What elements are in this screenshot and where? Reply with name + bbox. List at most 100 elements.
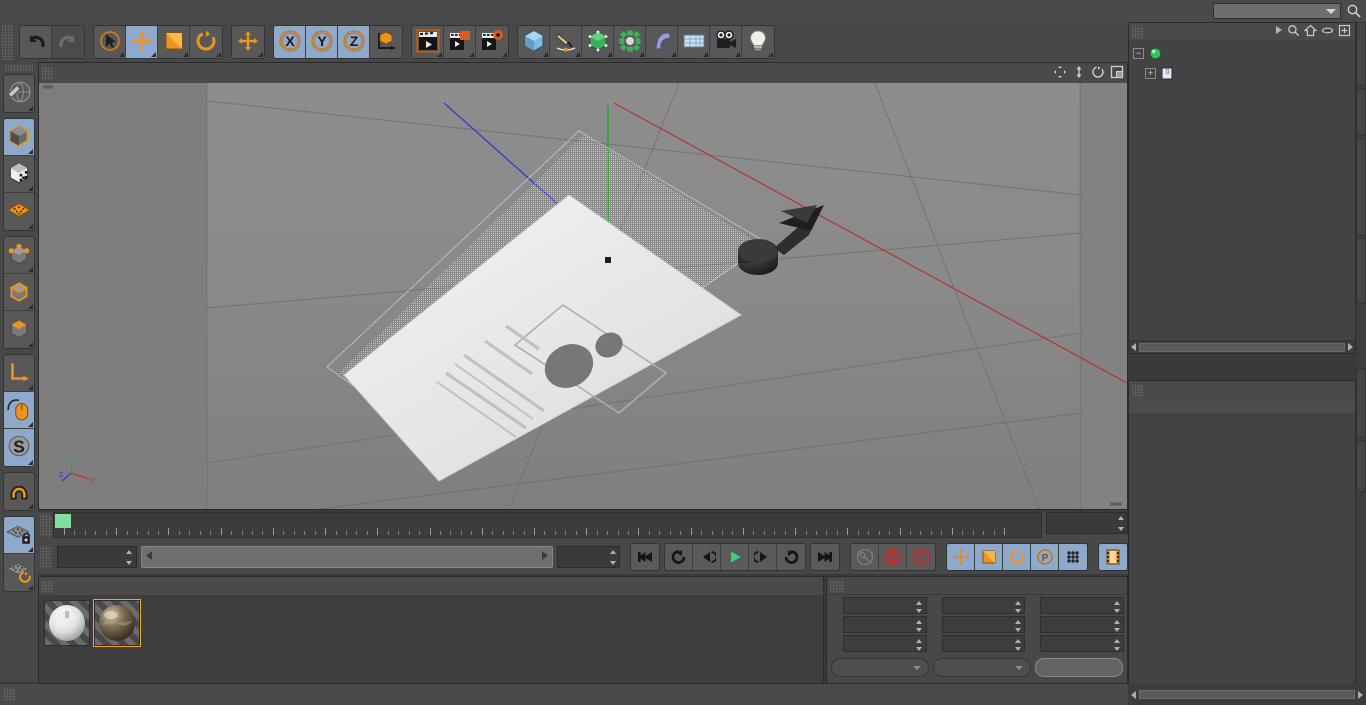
timeline-toggle-button[interactable] bbox=[1099, 544, 1127, 570]
search-icon[interactable] bbox=[1287, 24, 1300, 40]
viewport-grip[interactable] bbox=[42, 66, 53, 80]
home-icon[interactable] bbox=[1303, 24, 1318, 40]
size-field[interactable] bbox=[941, 597, 1026, 614]
point-level-animation-button[interactable] bbox=[1059, 544, 1087, 570]
layer-manager-grip[interactable] bbox=[1132, 383, 1143, 396]
rotation-field[interactable] bbox=[1040, 635, 1125, 652]
add-camera-button[interactable] bbox=[710, 26, 742, 58]
add-floor-button[interactable] bbox=[678, 26, 710, 58]
add-cube-button[interactable] bbox=[518, 26, 550, 58]
material-item[interactable] bbox=[93, 599, 141, 678]
current-frame-field[interactable] bbox=[56, 546, 137, 568]
stepper-icon[interactable] bbox=[1014, 601, 1021, 613]
end-frame-field[interactable] bbox=[1046, 512, 1128, 534]
expand-icon[interactable]: + bbox=[1145, 67, 1156, 79]
ellipse-icon[interactable] bbox=[1321, 24, 1334, 40]
range-right-arrow-icon[interactable] bbox=[540, 551, 548, 563]
side-tab-structure[interactable] bbox=[1356, 238, 1366, 304]
scroll-left-icon[interactable] bbox=[1131, 690, 1136, 699]
stepper-icon[interactable] bbox=[1113, 601, 1120, 613]
viewport-solo-button[interactable] bbox=[4, 392, 34, 429]
go-to-start-button[interactable] bbox=[631, 544, 660, 570]
stepper-icon[interactable] bbox=[1113, 620, 1120, 632]
move-tool-duplicate-button[interactable] bbox=[232, 26, 264, 58]
stepper-icon[interactable] bbox=[1113, 639, 1120, 651]
lock-x-button[interactable]: X bbox=[274, 26, 306, 58]
bottom-right-scrollbar[interactable] bbox=[1128, 684, 1366, 705]
position-field[interactable] bbox=[843, 597, 927, 614]
lock-z-button[interactable]: Z bbox=[338, 26, 370, 58]
stepper-icon[interactable] bbox=[609, 550, 616, 565]
maximize-view-icon[interactable] bbox=[1110, 65, 1124, 82]
rotate-view-icon[interactable] bbox=[1091, 65, 1105, 82]
move-tool-button[interactable] bbox=[126, 26, 158, 58]
stepper-icon[interactable] bbox=[916, 639, 923, 651]
side-tab-objects[interactable] bbox=[1356, 22, 1366, 86]
stepper-icon[interactable] bbox=[126, 550, 133, 565]
keyframe-help-button[interactable]: ? bbox=[907, 544, 936, 570]
material-item[interactable] bbox=[44, 600, 90, 678]
points-mode-button[interactable] bbox=[4, 237, 34, 274]
add-light-button[interactable] bbox=[742, 26, 774, 58]
toolbar-grip[interactable] bbox=[2, 24, 14, 60]
coordinate-system-dropdown[interactable] bbox=[831, 658, 929, 677]
stepper-icon[interactable] bbox=[1014, 620, 1021, 632]
side-tab-layers[interactable] bbox=[1356, 440, 1366, 492]
polygons-mode-button[interactable] bbox=[4, 311, 34, 348]
scale-tool-button[interactable] bbox=[158, 26, 190, 58]
make-editable-button[interactable] bbox=[4, 75, 34, 112]
search-icon[interactable] bbox=[1346, 3, 1362, 19]
add-deformer-button[interactable] bbox=[614, 26, 646, 58]
side-tab-takes[interactable] bbox=[1356, 88, 1366, 136]
scroll-right-icon[interactable] bbox=[1358, 690, 1363, 699]
object-axis-button[interactable] bbox=[4, 355, 34, 392]
size-field[interactable] bbox=[941, 635, 1026, 652]
position-field[interactable] bbox=[843, 635, 927, 652]
side-tab-content-browser[interactable] bbox=[1356, 138, 1366, 236]
add-spline-button[interactable] bbox=[550, 26, 582, 58]
transform-mode-dropdown[interactable] bbox=[933, 658, 1031, 677]
material-thumbnail[interactable] bbox=[44, 600, 90, 646]
viewport-canvas[interactable]: X Y Z bbox=[39, 83, 1127, 509]
rotate-tool-button[interactable] bbox=[190, 26, 222, 58]
record-rotation-button[interactable] bbox=[1003, 544, 1032, 570]
chevron-right-icon[interactable] bbox=[1275, 25, 1283, 38]
preview-range-bar[interactable] bbox=[140, 546, 553, 568]
object-manager-hscrollbar[interactable] bbox=[1129, 340, 1355, 353]
timeline-grip[interactable] bbox=[40, 514, 52, 536]
stepper-icon[interactable] bbox=[916, 601, 923, 613]
play-button[interactable] bbox=[721, 544, 750, 570]
record-parameter-button[interactable]: P bbox=[1031, 544, 1060, 570]
material-thumbnail[interactable] bbox=[93, 599, 141, 647]
object-tree-row[interactable]: +0 bbox=[1129, 63, 1355, 83]
stepper-icon[interactable] bbox=[916, 620, 923, 632]
zoom-view-icon[interactable] bbox=[1072, 65, 1086, 82]
record-position-button[interactable] bbox=[947, 544, 976, 570]
add-generator-button[interactable] bbox=[582, 26, 614, 58]
lock-y-button[interactable]: Y bbox=[306, 26, 338, 58]
size-field[interactable] bbox=[941, 616, 1026, 633]
magnet-tool-button[interactable] bbox=[4, 473, 34, 510]
render-view-button[interactable] bbox=[412, 26, 444, 58]
world-object-axis-button[interactable] bbox=[370, 26, 402, 58]
stepper-icon[interactable] bbox=[1117, 516, 1124, 531]
object-tree-row[interactable]: − bbox=[1129, 43, 1355, 63]
object-manager-grip[interactable] bbox=[1132, 25, 1143, 38]
play-forward-loop-button[interactable] bbox=[777, 544, 806, 570]
enable-snap-button[interactable]: S bbox=[4, 429, 34, 466]
workplane-mode-button[interactable] bbox=[4, 193, 34, 230]
coordinates-grip[interactable] bbox=[830, 579, 844, 592]
record-button[interactable] bbox=[879, 544, 908, 570]
select-tool-button[interactable] bbox=[94, 26, 126, 58]
model-mode-button[interactable] bbox=[4, 119, 34, 156]
transport-grip[interactable] bbox=[40, 546, 52, 568]
object-tree[interactable]: − +0 bbox=[1129, 40, 1355, 339]
add-bend-button[interactable] bbox=[646, 26, 678, 58]
render-settings-button[interactable] bbox=[476, 26, 508, 58]
step-forward-button[interactable] bbox=[749, 544, 778, 570]
left-toolbar-grip[interactable] bbox=[5, 64, 33, 72]
edges-mode-button[interactable] bbox=[4, 274, 34, 311]
material-manager-grip[interactable] bbox=[42, 579, 53, 593]
scroll-thumb[interactable] bbox=[1139, 342, 1345, 352]
timeline-ruler[interactable] bbox=[53, 512, 1042, 538]
